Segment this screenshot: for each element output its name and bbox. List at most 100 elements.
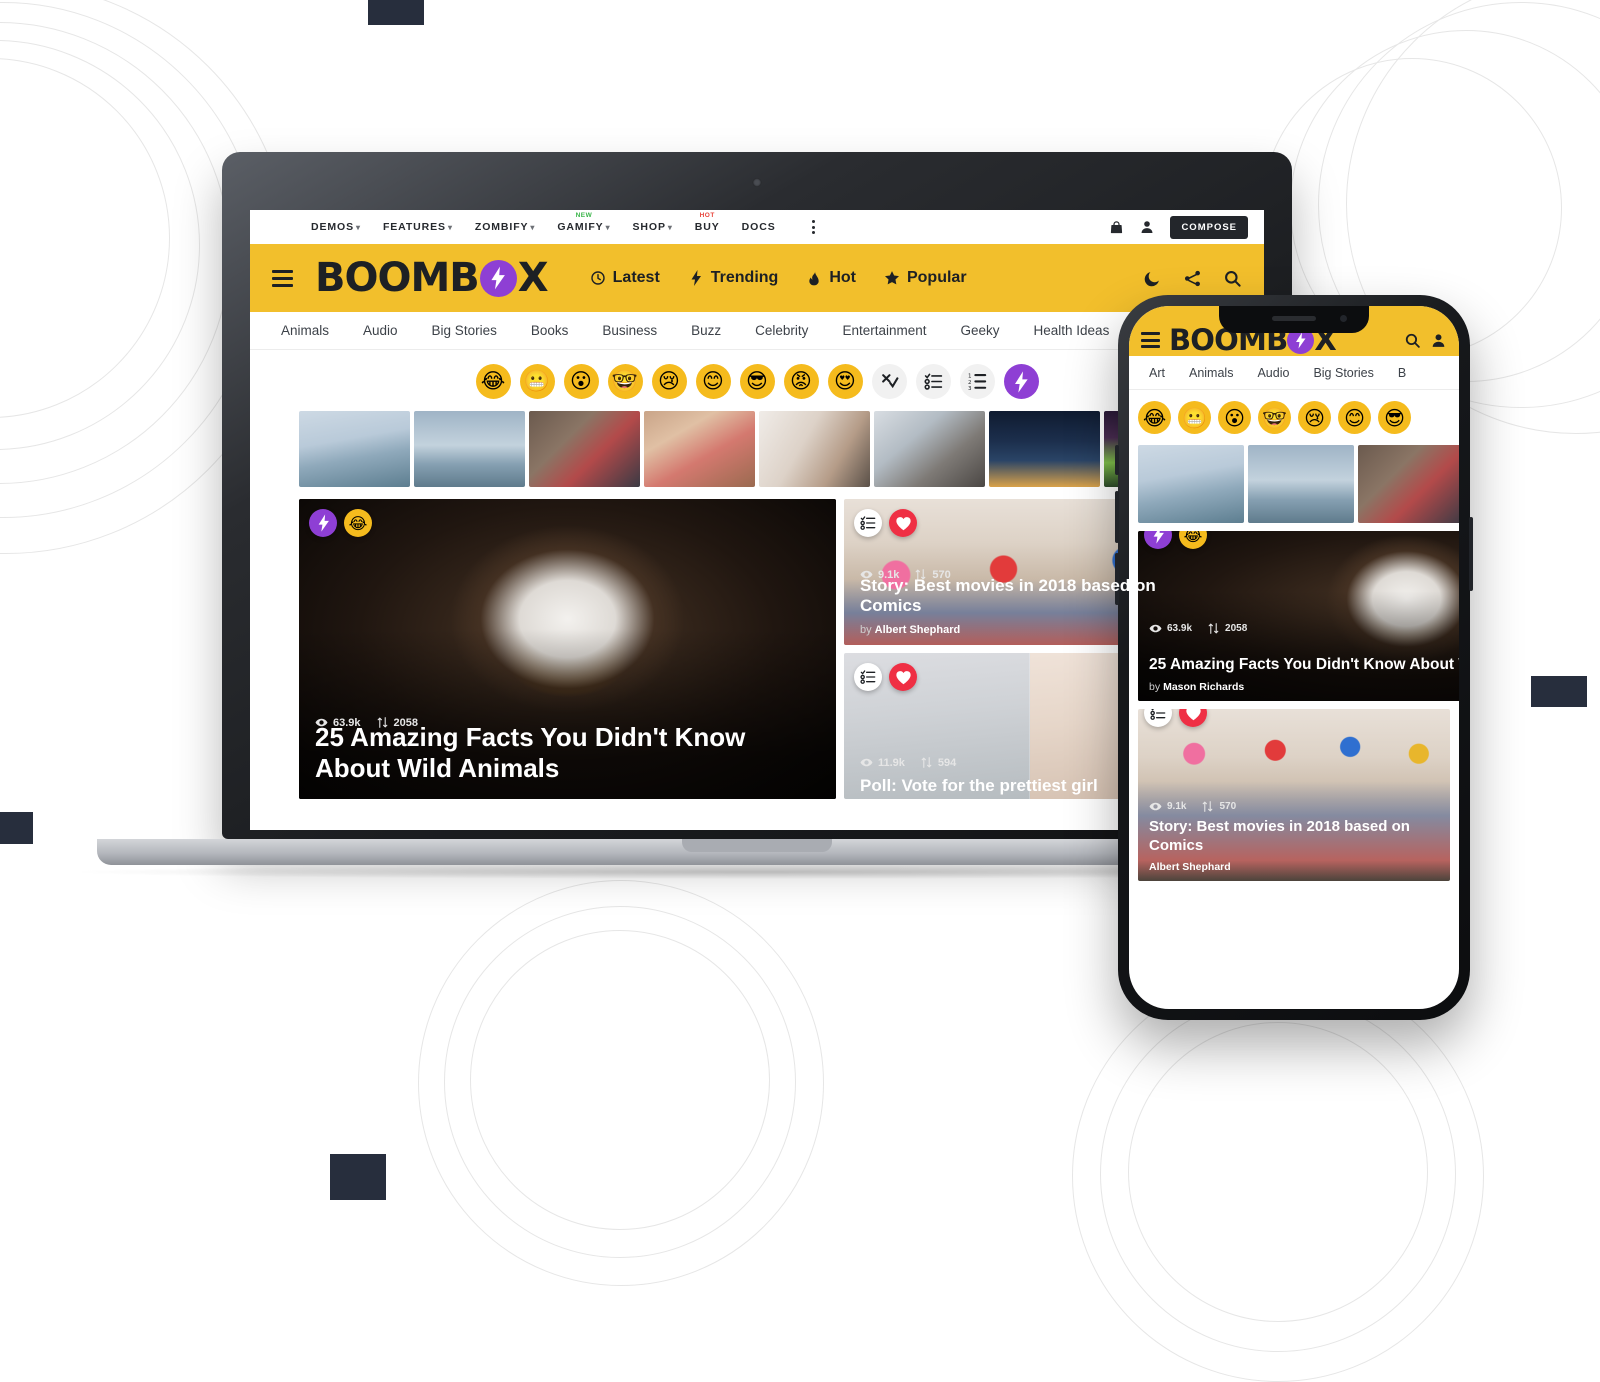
thumb-tower-bridge[interactable] (1248, 445, 1354, 523)
shopping-bag-icon[interactable] (1109, 220, 1124, 235)
category-health-ideas[interactable]: Health Ideas (1017, 323, 1127, 338)
site-logo[interactable]: BOOMB X (315, 255, 549, 301)
votes-icon (1208, 623, 1219, 634)
lol-emoji[interactable]: 😂 (344, 509, 372, 537)
author-name[interactable]: Mason Richards (1163, 681, 1244, 693)
category-audio[interactable]: Audio (346, 323, 415, 338)
thumb-headphones-girl[interactable] (1358, 445, 1459, 523)
top-bar-actions: COMPOSE (1109, 215, 1248, 239)
svg-text:2: 2 (968, 380, 972, 386)
mobile-hero-author: by Mason Richards (1149, 681, 1244, 693)
category-geeky[interactable]: Geeky (943, 323, 1016, 338)
search-icon[interactable] (1404, 332, 1421, 349)
reaction-bar: 😂 😬 😮 🤓 😢 😊 😎 😡 😍 123 (250, 350, 1264, 411)
hero-title[interactable]: 25 Amazing Facts You Didn't Know About W… (315, 722, 820, 785)
cute-emoji[interactable]: 😊 (695, 364, 731, 399)
nav-item-popular[interactable]: Popular (884, 269, 967, 287)
svg-text:3: 3 (968, 386, 972, 391)
category-entertainment[interactable]: Entertainment (825, 323, 943, 338)
angry-emoji[interactable]: 😡 (783, 364, 819, 399)
mobile-category-big-stories[interactable]: Big Stories (1301, 366, 1385, 380)
thumb-headphones-girl[interactable] (529, 411, 640, 487)
cringe-emoji[interactable]: 😬 (1178, 401, 1211, 434)
hamburger-icon[interactable] (272, 269, 293, 287)
nav-item-trending[interactable]: Trending (688, 269, 778, 287)
accent-square-bottom (330, 1154, 386, 1200)
nav-label: Hot (829, 269, 856, 286)
cool-emoji[interactable]: 😎 (1378, 401, 1411, 434)
ranked-list-icon[interactable]: 123 (959, 364, 995, 399)
lol-emoji[interactable]: 😂 (1179, 531, 1207, 549)
category-books[interactable]: Books (514, 323, 586, 338)
category-animals[interactable]: Animals (264, 323, 346, 338)
omg-emoji[interactable]: 😮 (1218, 401, 1251, 434)
versus-icon[interactable] (871, 364, 907, 399)
omg-emoji[interactable]: 😮 (563, 364, 599, 399)
cringe-emoji[interactable]: 😬 (519, 364, 555, 399)
mobile-card-title[interactable]: Story: Best movies in 2018 based on Comi… (1149, 818, 1439, 855)
cry-emoji[interactable]: 😢 (651, 364, 687, 399)
user-icon[interactable] (1139, 219, 1155, 235)
top-menu-item-docs[interactable]: DOCS (742, 221, 776, 233)
user-icon[interactable] (1430, 332, 1447, 349)
thumb-city-night[interactable] (989, 411, 1100, 487)
trending-bolt-icon[interactable] (1144, 531, 1172, 549)
trending-bolt-icon[interactable] (309, 509, 337, 537)
top-menu-item-demos[interactable]: DEMOS ▾ (311, 221, 361, 233)
thumb-woman-window[interactable] (759, 411, 870, 487)
thumb-golden-gate[interactable] (299, 411, 410, 487)
cool-emoji[interactable]: 😎 (739, 364, 775, 399)
card-title[interactable]: Poll: Vote for the prettiest girl (860, 776, 1199, 797)
mobile-category-animals[interactable]: Animals (1177, 366, 1245, 380)
poll-icon[interactable] (1144, 709, 1172, 727)
category-buzz[interactable]: Buzz (674, 323, 738, 338)
poll-icon[interactable] (915, 364, 951, 399)
compose-button[interactable]: COMPOSE (1170, 215, 1248, 239)
nav-item-hot[interactable]: Hot (806, 269, 856, 287)
hero-article-card[interactable]: 😂 63.9k 2058 25 Amazing Facts You Didn't… (299, 499, 836, 799)
thumb-gift-wrapping[interactable] (644, 411, 755, 487)
author-name[interactable]: Albert Shephard (875, 624, 961, 636)
author-name[interactable]: Albert Shephard (1149, 861, 1231, 873)
search-icon[interactable] (1223, 269, 1242, 288)
mobile-reaction-bar: 😂 😬 😮 🤓 😢 😊 😎 (1129, 390, 1459, 445)
hamburger-icon[interactable] (1141, 332, 1160, 348)
cry-emoji[interactable]: 😢 (1298, 401, 1331, 434)
mobile-hero-title[interactable]: 25 Amazing Facts You Didn't Know About W… (1149, 656, 1459, 675)
poll-icon[interactable] (854, 663, 882, 691)
lol-emoji[interactable]: 😂 (1138, 401, 1171, 434)
lol-emoji[interactable]: 😂 (475, 364, 511, 399)
heart-icon[interactable] (1179, 709, 1207, 727)
thumb-tower-bridge[interactable] (414, 411, 525, 487)
top-menu-item-buy[interactable]: HOT BUY (695, 212, 720, 233)
heart-icon[interactable] (889, 509, 917, 537)
category-business[interactable]: Business (585, 323, 674, 338)
nav-item-latest[interactable]: Latest (590, 269, 660, 287)
top-menu-item-zombify[interactable]: ZOMBIFY ▾ (475, 221, 535, 233)
three-dots-icon[interactable] (811, 220, 815, 234)
ring-13 (1128, 1022, 1428, 1322)
moon-icon[interactable] (1143, 269, 1162, 288)
geeky-emoji[interactable]: 🤓 (607, 364, 643, 399)
love-emoji[interactable]: 😍 (827, 364, 863, 399)
top-menu-item-features[interactable]: FEATURES ▾ (383, 221, 453, 233)
thumb-golden-gate[interactable] (1138, 445, 1244, 523)
trending-bolt-icon[interactable] (1003, 364, 1039, 399)
mobile-category-art[interactable]: Art (1137, 366, 1177, 380)
geeky-emoji[interactable]: 🤓 (1258, 401, 1291, 434)
thumb-friends-street[interactable] (874, 411, 985, 487)
share-icon[interactable] (1183, 269, 1202, 288)
cute-emoji[interactable]: 😊 (1338, 401, 1371, 434)
card-title[interactable]: Story: Best movies in 2018 based on Comi… (860, 576, 1199, 617)
heart-icon[interactable] (889, 663, 917, 691)
mobile-category-next[interactable]: B (1386, 366, 1418, 380)
category-big-stories[interactable]: Big Stories (415, 323, 514, 338)
phone-speaker (1272, 316, 1316, 321)
mobile-category-audio[interactable]: Audio (1245, 366, 1301, 380)
top-menu-item-shop[interactable]: SHOP ▾ (633, 221, 673, 233)
ring-3 (0, 22, 230, 484)
top-menu-item-gamify[interactable]: NEW GAMIFY ▾ (557, 212, 610, 233)
category-celebrity[interactable]: Celebrity (738, 323, 825, 338)
poll-icon[interactable] (854, 509, 882, 537)
hero-view-count: 63.9k (1167, 623, 1193, 634)
